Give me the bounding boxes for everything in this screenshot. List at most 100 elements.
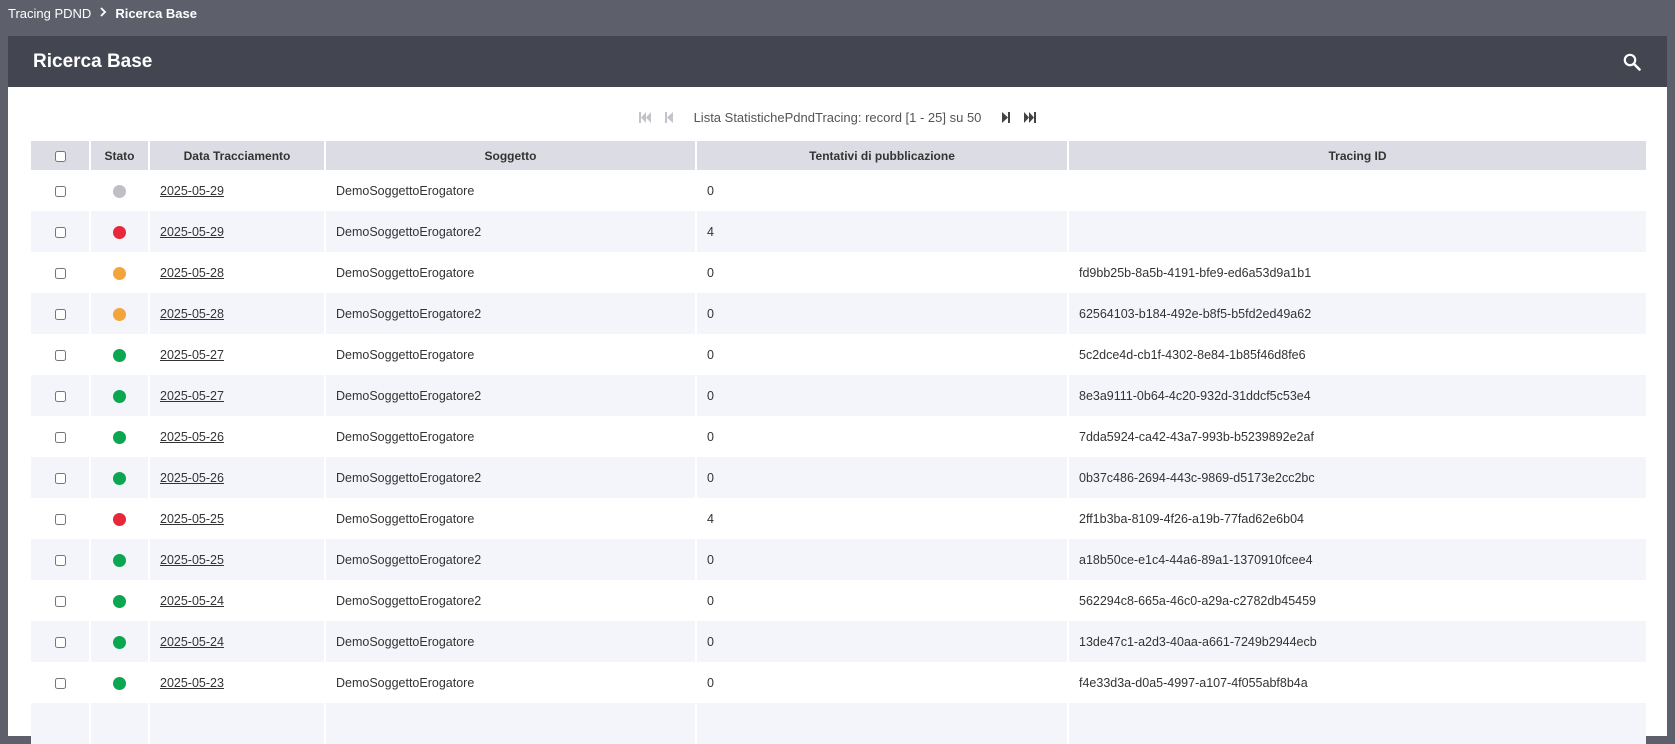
status-cell — [90, 662, 150, 703]
row-checkbox[interactable] — [54, 349, 66, 361]
tracing-id-cell: 8e3a9111-0b64-4c20-932d-31ddcf5c53e4 — [1068, 375, 1646, 416]
prev-page-icon[interactable] — [660, 108, 678, 126]
column-header-stato[interactable]: Stato — [90, 141, 150, 170]
row-select-cell — [31, 293, 91, 334]
row-checkbox[interactable] — [54, 472, 66, 484]
tracing-id-cell — [1068, 170, 1646, 211]
date-link[interactable]: 2025-05-24 — [160, 594, 224, 608]
status-dot-icon — [113, 430, 126, 444]
soggetto-cell: DemoSoggettoErogatore — [325, 334, 697, 375]
table-row[interactable]: 2025-05-23 DemoSoggettoErogatore 0 f4e33d3a… — [31, 662, 1646, 703]
date-cell: 2025-05-24 — [149, 621, 326, 662]
date-link[interactable]: 2025-05-27 — [160, 389, 224, 403]
status-cell — [90, 416, 150, 457]
soggetto-cell: DemoSoggettoErogatore — [325, 416, 697, 457]
table-row[interactable]: 2025-05-27 DemoSoggettoErogatore 0 5c2dce4d… — [31, 334, 1646, 375]
date-link[interactable]: 2025-05-26 — [160, 430, 224, 444]
row-checkbox[interactable] — [54, 390, 66, 402]
row-checkbox[interactable] — [54, 595, 66, 607]
status-cell — [90, 457, 150, 498]
breadcrumb-current: Ricerca Base — [115, 5, 197, 21]
tracing-id-cell: fd9bb25b-8a5b-4191-bfe9-ed6a53d9a1b1 — [1068, 252, 1646, 293]
row-checkbox[interactable] — [54, 308, 66, 320]
row-select-cell — [31, 539, 91, 580]
row-checkbox[interactable] — [54, 185, 66, 197]
column-header-soggetto[interactable]: Soggetto — [325, 141, 697, 170]
panel-header: Ricerca Base — [8, 36, 1667, 87]
chevron-right-icon — [99, 6, 107, 20]
table-row[interactable]: 2025-05-24 DemoSoggettoErogatore2 0 562294c… — [31, 580, 1646, 621]
status-dot-icon — [113, 635, 126, 649]
date-link[interactable]: 2025-05-25 — [160, 512, 224, 526]
table-row[interactable]: 2025-05-25 DemoSoggettoErogatore 4 2ff1b3ba… — [31, 498, 1646, 539]
table-body: 2025-05-29 DemoSoggettoErogatore 0 2025-05-… — [31, 170, 1646, 744]
search-icon[interactable] — [1621, 51, 1643, 73]
next-page-icon[interactable] — [997, 108, 1015, 126]
date-link[interactable]: 2025-05-29 — [160, 184, 224, 198]
row-checkbox[interactable] — [54, 226, 66, 238]
row-checkbox[interactable] — [54, 677, 66, 689]
last-page-icon[interactable] — [1021, 108, 1039, 126]
table-row[interactable]: 2025-05-26 DemoSoggettoErogatore 0 7dda5924… — [31, 416, 1646, 457]
date-link[interactable]: 2025-05-27 — [160, 348, 224, 362]
status-cell — [90, 703, 150, 744]
status-cell — [90, 211, 150, 252]
date-cell: 2025-05-29 — [149, 170, 326, 211]
date-cell: 2025-05-24 — [149, 580, 326, 621]
first-page-icon[interactable] — [636, 108, 654, 126]
table-row[interactable]: 2025-05-24 DemoSoggettoErogatore 0 13de47c1… — [31, 621, 1646, 662]
table-row[interactable]: 2025-05-29 DemoSoggettoErogatore2 4 — [31, 211, 1646, 252]
tentativi-cell: 0 — [696, 334, 1069, 375]
tracing-id-cell: 0b37c486-2694-443c-9869-d5173e2cc2bc — [1068, 457, 1646, 498]
date-cell: 2025-05-25 — [149, 498, 326, 539]
soggetto-cell: DemoSoggettoErogatore — [325, 498, 697, 539]
row-checkbox[interactable] — [54, 267, 66, 279]
soggetto-cell: DemoSoggettoErogatore — [325, 252, 697, 293]
column-header-data[interactable]: Data Tracciamento — [149, 141, 326, 170]
table-row[interactable]: 2025-05-28 DemoSoggettoErogatore2 0 6256410… — [31, 293, 1646, 334]
table-row[interactable]: 2025-05-26 DemoSoggettoErogatore2 0 0b37c48… — [31, 457, 1646, 498]
date-link[interactable]: 2025-05-29 — [160, 225, 224, 239]
date-link[interactable]: 2025-05-28 — [160, 266, 224, 280]
pager-info: Lista StatistichePdndTracing: record [1 … — [693, 109, 982, 125]
table-row[interactable] — [31, 703, 1646, 744]
date-link[interactable]: 2025-05-28 — [160, 307, 224, 321]
status-cell — [90, 580, 150, 621]
date-cell: 2025-05-27 — [149, 334, 326, 375]
date-cell: 2025-05-28 — [149, 252, 326, 293]
table-row[interactable]: 2025-05-28 DemoSoggettoErogatore 0 fd9bb25b… — [31, 252, 1646, 293]
tentativi-cell: 0 — [696, 416, 1069, 457]
date-link[interactable]: 2025-05-25 — [160, 553, 224, 567]
status-cell — [90, 170, 150, 211]
breadcrumb-link-tracing-pdnd[interactable]: Tracing PDND — [8, 6, 91, 21]
select-all-checkbox[interactable] — [54, 150, 66, 162]
column-header-select — [31, 141, 91, 170]
soggetto-cell: DemoSoggettoErogatore — [325, 662, 697, 703]
date-link[interactable]: 2025-05-26 — [160, 471, 224, 485]
status-cell — [90, 252, 150, 293]
row-checkbox[interactable] — [54, 554, 66, 566]
row-checkbox[interactable] — [54, 513, 66, 525]
row-select-cell — [31, 416, 91, 457]
status-dot-icon — [113, 676, 126, 690]
date-link[interactable]: 2025-05-23 — [160, 676, 224, 690]
table-row[interactable]: 2025-05-27 DemoSoggettoErogatore2 0 8e3a911… — [31, 375, 1646, 416]
tentativi-cell: 0 — [696, 457, 1069, 498]
tracing-id-cell: 62564103-b184-492e-b8f5-b5fd2ed49a62 — [1068, 293, 1646, 334]
date-link[interactable]: 2025-05-24 — [160, 635, 224, 649]
table-row[interactable]: 2025-05-29 DemoSoggettoErogatore 0 — [31, 170, 1646, 211]
row-checkbox[interactable] — [54, 431, 66, 443]
table-row[interactable]: 2025-05-25 DemoSoggettoErogatore2 0 a18b50c… — [31, 539, 1646, 580]
row-checkbox[interactable] — [54, 636, 66, 648]
soggetto-cell: DemoSoggettoErogatore — [325, 621, 697, 662]
soggetto-cell: DemoSoggettoErogatore2 — [325, 293, 697, 334]
tracing-id-cell — [1068, 703, 1646, 744]
date-cell: 2025-05-29 — [149, 211, 326, 252]
column-header-tentativi[interactable]: Tentativi di pubblicazione — [696, 141, 1069, 170]
tentativi-cell: 4 — [696, 498, 1069, 539]
row-select-cell — [31, 334, 91, 375]
tentativi-cell: 0 — [696, 662, 1069, 703]
tracing-id-cell: 7dda5924-ca42-43a7-993b-b5239892e2af — [1068, 416, 1646, 457]
breadcrumb: Tracing PDND Ricerca Base — [8, 0, 197, 26]
column-header-tracing-id[interactable]: Tracing ID — [1068, 141, 1646, 170]
